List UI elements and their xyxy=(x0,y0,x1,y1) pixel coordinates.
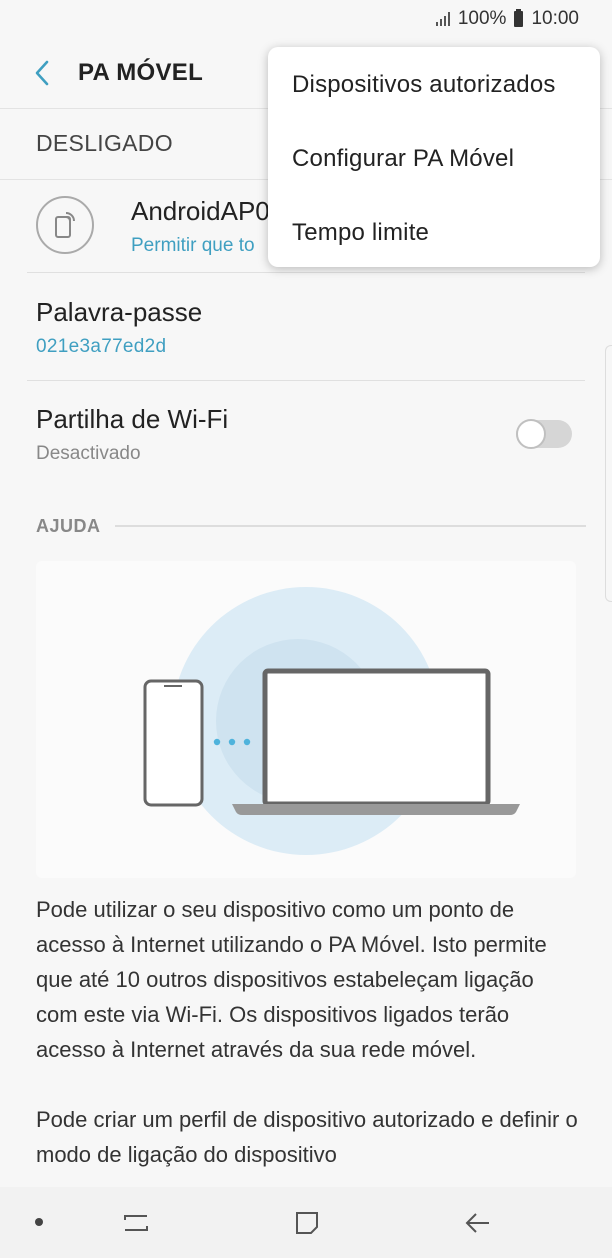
divider xyxy=(27,272,585,273)
divider xyxy=(27,380,585,381)
toggle-knob xyxy=(516,419,546,449)
menu-item-configure-hotspot[interactable]: Configurar PA Móvel xyxy=(292,145,514,173)
battery-percentage: 100% xyxy=(457,8,507,29)
home-icon[interactable] xyxy=(291,1207,323,1239)
hotspot-phone-icon xyxy=(36,196,94,254)
back-icon[interactable] xyxy=(462,1207,494,1239)
nav-indicator-dot xyxy=(35,1218,43,1226)
wifi-sharing-toggle[interactable] xyxy=(516,419,572,449)
network-subtitle: Permitir que to xyxy=(131,235,255,256)
overflow-menu: Dispositivos autorizados Configurar PA M… xyxy=(268,47,600,267)
divider xyxy=(114,525,586,527)
hotspot-illustration xyxy=(36,561,576,878)
clock: 10:00 xyxy=(531,8,579,29)
signal-icon xyxy=(435,12,450,26)
wifi-sharing-title: Partilha de Wi-Fi xyxy=(36,404,229,434)
page-title: PA MÓVEL xyxy=(78,59,204,86)
system-nav-bar xyxy=(0,1187,612,1258)
password-value: 021e3a77ed2d xyxy=(36,336,167,357)
scrollbar[interactable] xyxy=(605,345,612,602)
help-paragraph: Pode utilizar o seu dispositivo como um … xyxy=(36,897,547,1062)
help-section-header: AJUDA xyxy=(36,512,586,540)
back-arrow-icon[interactable] xyxy=(24,55,60,91)
password-title: Palavra-passe xyxy=(36,297,203,327)
battery-icon xyxy=(514,9,524,27)
status-bar: 100% 10:00 xyxy=(0,0,612,38)
wifi-sharing-status: Desactivado xyxy=(36,443,141,464)
help-label: AJUDA xyxy=(36,515,101,536)
menu-item-timeout[interactable]: Tempo limite xyxy=(292,219,429,247)
phone-laptop-illustration xyxy=(143,587,520,855)
help-paragraph: Pode criar um perfil de dispositivo auto… xyxy=(36,1107,578,1167)
recents-icon[interactable] xyxy=(120,1207,152,1239)
help-description: Pode utilizar o seu dispositivo como um … xyxy=(36,892,581,1172)
menu-item-authorized-devices[interactable]: Dispositivos autorizados xyxy=(292,71,556,99)
network-name: AndroidAP0 xyxy=(131,196,270,226)
hotspot-state-label: DESLIGADO xyxy=(36,130,173,156)
